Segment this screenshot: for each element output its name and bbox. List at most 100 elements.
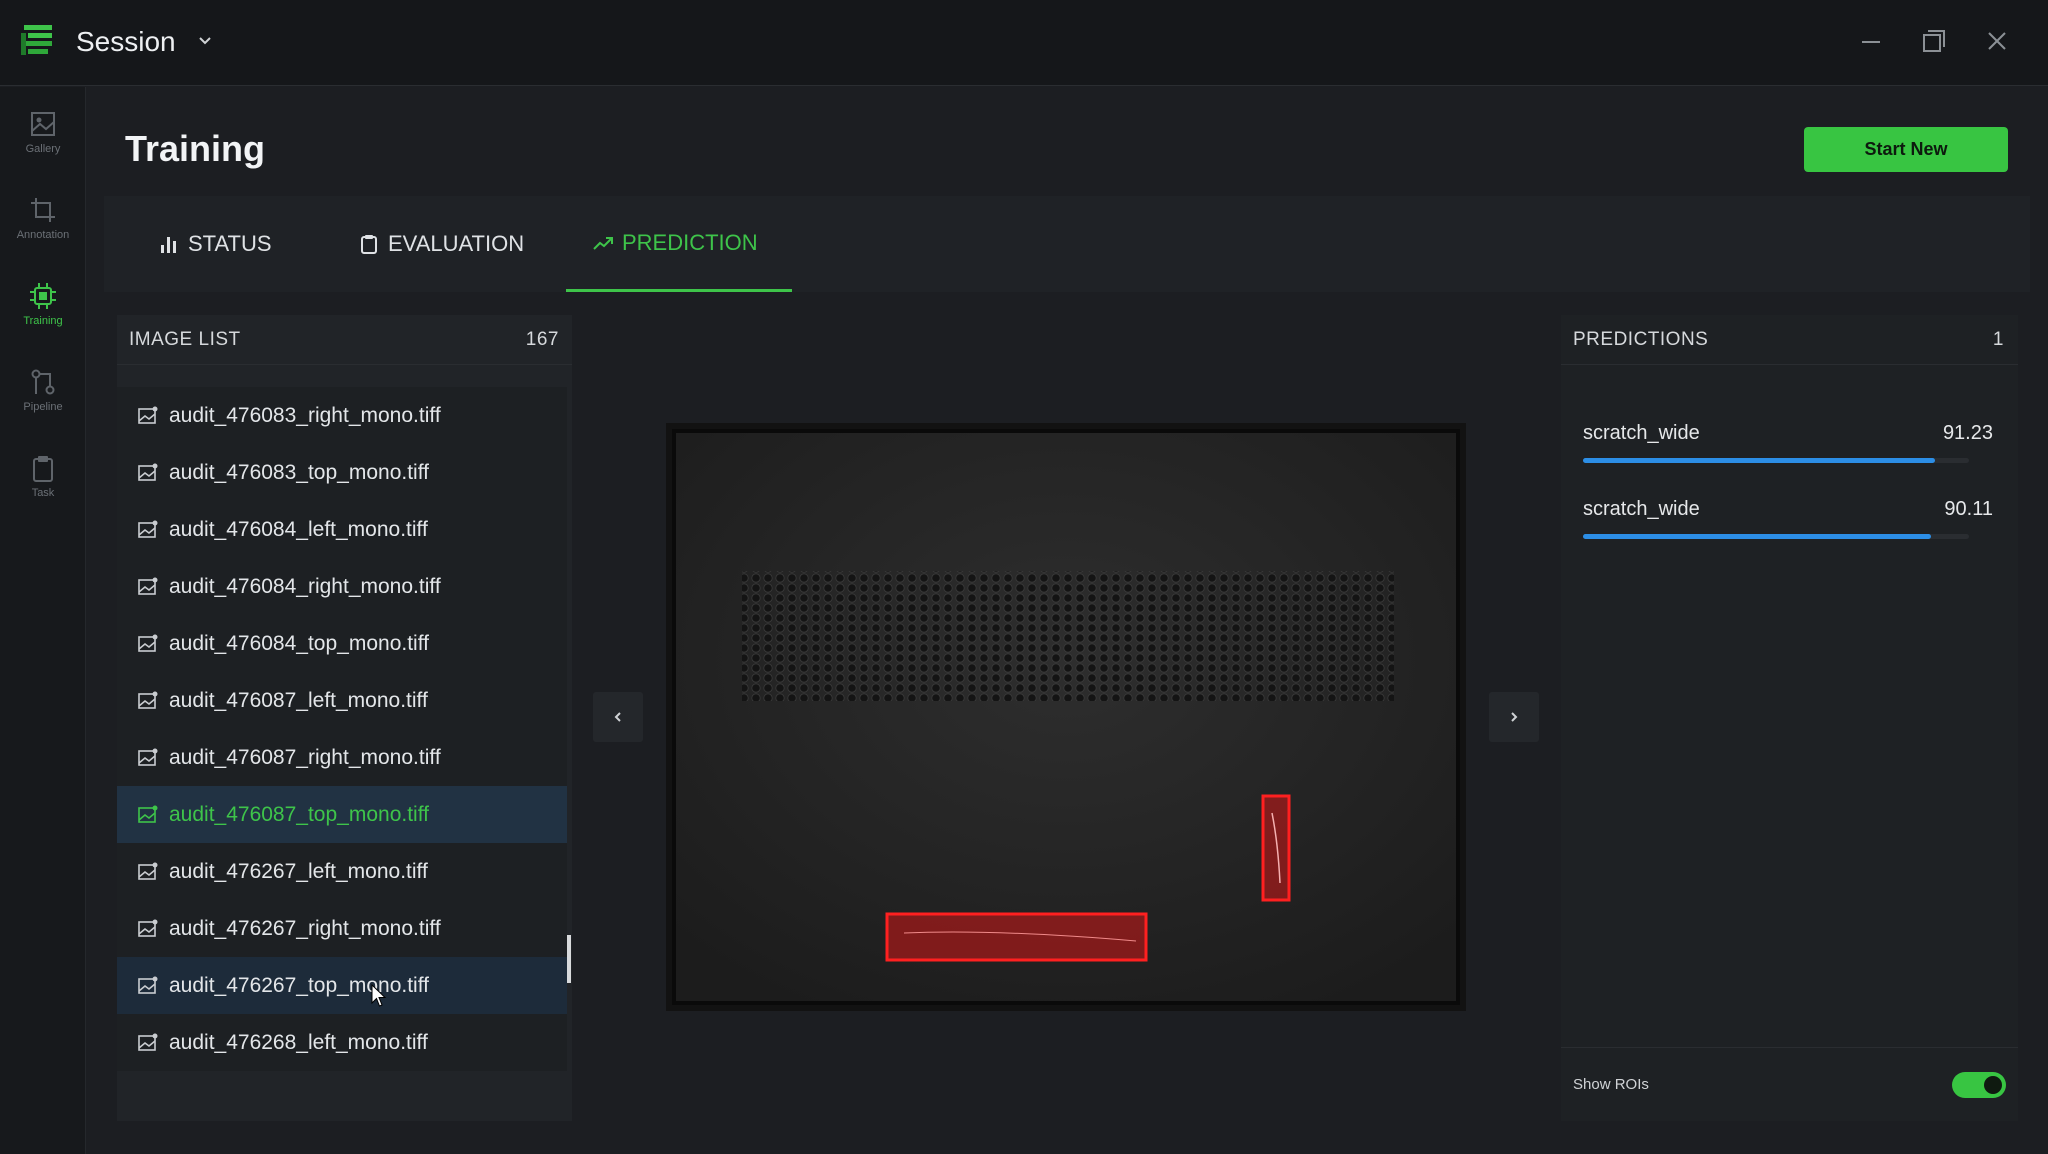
sidebar-item-annotation[interactable]: Annotation [0, 195, 86, 265]
sidebar-item-label: Gallery [25, 143, 61, 155]
session-title[interactable]: Session [76, 26, 176, 58]
list-item-label: audit_476267_left_mono.tiff [169, 859, 428, 883]
prediction-bar-fill [1583, 458, 1936, 463]
image-file-icon [138, 748, 158, 766]
preview-image[interactable] [666, 423, 1466, 1011]
prediction-score: 91.23 [1942, 422, 1993, 444]
image-list-title: IMAGE LIST [129, 328, 241, 350]
list-item-label: audit_476087_right_mono.tiff [169, 745, 441, 769]
mouse-cursor-icon [371, 984, 387, 1007]
image-file-icon [138, 805, 158, 823]
show-rois-label: Show ROIs [1573, 1076, 1649, 1093]
image-list-panel: IMAGE LIST 167 audit_476083_right_mono.t… [117, 315, 572, 1121]
roi-box [885, 912, 1148, 962]
prediction-label: scratch_wide [1583, 498, 1700, 520]
tab-label: STATUS [188, 231, 272, 256]
chevron-down-icon[interactable] [196, 32, 214, 50]
list-item[interactable]: audit_476087_top_mono.tiff [117, 786, 567, 843]
list-item-label: audit_476087_top_mono.tiff [169, 802, 429, 826]
sidebar-item-pipeline[interactable]: Pipeline [0, 367, 86, 437]
image-file-icon [138, 463, 158, 481]
minimize-icon[interactable] [1856, 26, 1886, 56]
sidebar-item-label: Training [23, 315, 63, 327]
image-file-icon [138, 406, 158, 424]
crop-icon [31, 198, 55, 222]
list-item-label: audit_476083_top_mono.tiff [169, 460, 429, 484]
image-file-icon [138, 862, 158, 880]
list-item[interactable]: audit_476268_left_mono.tiff [117, 1014, 567, 1071]
list-item[interactable]: audit_476083_top_mono.tiff [117, 444, 567, 501]
prediction-bar-fill [1583, 534, 1931, 539]
list-item-label: audit_476084_top_mono.tiff [169, 631, 429, 655]
start-new-button[interactable]: Start New [1804, 127, 2008, 172]
predictions-footer: Show ROIs [1561, 1047, 2018, 1121]
tab-label: PREDICTION [622, 229, 758, 255]
list-item[interactable]: audit_476087_left_mono.tiff [117, 672, 567, 729]
clipboard-icon [361, 235, 377, 254]
list-item[interactable]: audit_476267_right_mono.tiff [117, 900, 567, 957]
sidebar-item-label: Pipeline [23, 401, 63, 413]
roi-box [1261, 794, 1291, 902]
list-item[interactable]: audit_476083_right_mono.tiff [117, 387, 567, 444]
bar-chart-icon [161, 237, 176, 253]
gallery-icon [31, 112, 55, 136]
chip-icon [30, 283, 56, 309]
next-image-button[interactable] [1489, 692, 1539, 742]
show-rois-toggle[interactable] [1952, 1071, 2006, 1098]
list-item[interactable]: audit_476267_top_mono.tiff [117, 957, 567, 1014]
list-item[interactable]: audit_476084_top_mono.tiff [117, 615, 567, 672]
tab-status[interactable]: STATUS [132, 196, 298, 292]
image-file-icon [138, 1033, 158, 1051]
list-item-label: audit_476267_right_mono.tiff [169, 916, 441, 940]
image-list-header: IMAGE LIST 167 [117, 315, 572, 365]
tab-label: EVALUATION [388, 231, 525, 256]
restore-icon[interactable] [1919, 26, 1949, 56]
prediction-label: scratch_wide [1583, 422, 1700, 444]
sidebar-item-gallery[interactable]: Gallery [0, 109, 86, 179]
image-file-icon [138, 919, 158, 937]
trend-up-icon [593, 236, 613, 250]
predictions-count: 1 [1992, 328, 2004, 350]
list-item-label: audit_476267_top_mono.tiff [169, 973, 429, 997]
toggle-knob [1984, 1075, 2002, 1094]
prediction-score: 90.11 [1944, 498, 1993, 520]
list-item[interactable]: audit_476084_right_mono.tiff [117, 558, 567, 615]
list-item[interactable]: audit_476267_left_mono.tiff [117, 843, 567, 900]
pipeline-icon [31, 369, 55, 395]
tab-prediction[interactable]: PREDICTION [566, 196, 792, 292]
image-file-icon [138, 691, 158, 709]
image-file-icon [138, 976, 158, 994]
image-file-icon [138, 634, 158, 652]
tab-bar: STATUS EVALUATION PREDICTION [104, 196, 2030, 292]
sidebar: Gallery Annotation Training Pipeline Tas… [0, 87, 86, 1154]
image-file-icon [138, 577, 158, 595]
sidebar-item-task[interactable]: Task [0, 453, 86, 523]
title-bar: Session [0, 0, 2048, 86]
predictions-panel: PREDICTIONS 1 scratch_wide 91.23 scratch… [1561, 315, 2018, 1121]
sidebar-item-label: Task [31, 487, 55, 499]
prev-image-button[interactable] [593, 692, 643, 742]
tab-evaluation[interactable]: EVALUATION [332, 196, 550, 292]
close-icon[interactable] [1982, 26, 2012, 56]
predictions-title: PREDICTIONS [1573, 328, 1709, 350]
list-item-label: audit_476083_right_mono.tiff [169, 403, 441, 427]
list-item-label: audit_476084_left_mono.tiff [169, 517, 428, 541]
prediction-bar [1583, 458, 1969, 463]
clipboard-icon [33, 456, 53, 482]
image-file-icon [138, 520, 158, 538]
list-item[interactable]: audit_476087_right_mono.tiff [117, 729, 567, 786]
list-item-label: audit_476084_right_mono.tiff [169, 574, 441, 598]
list-item-label: audit_476087_left_mono.tiff [169, 688, 428, 712]
page-title: Training [125, 128, 266, 169]
scrollbar[interactable] [567, 935, 571, 983]
predictions-header: PREDICTIONS 1 [1561, 315, 2018, 365]
chevron-left-icon [614, 712, 621, 722]
sidebar-item-label: Annotation [16, 229, 70, 241]
list-item[interactable]: audit_476084_left_mono.tiff [117, 501, 567, 558]
list-item-label: audit_476268_left_mono.tiff [169, 1030, 428, 1054]
session-logo-icon [21, 25, 52, 55]
chevron-right-icon [1511, 712, 1518, 722]
prediction-bar [1583, 534, 1969, 539]
sidebar-item-training[interactable]: Training [0, 281, 86, 351]
image-list-count: 167 [525, 328, 559, 350]
